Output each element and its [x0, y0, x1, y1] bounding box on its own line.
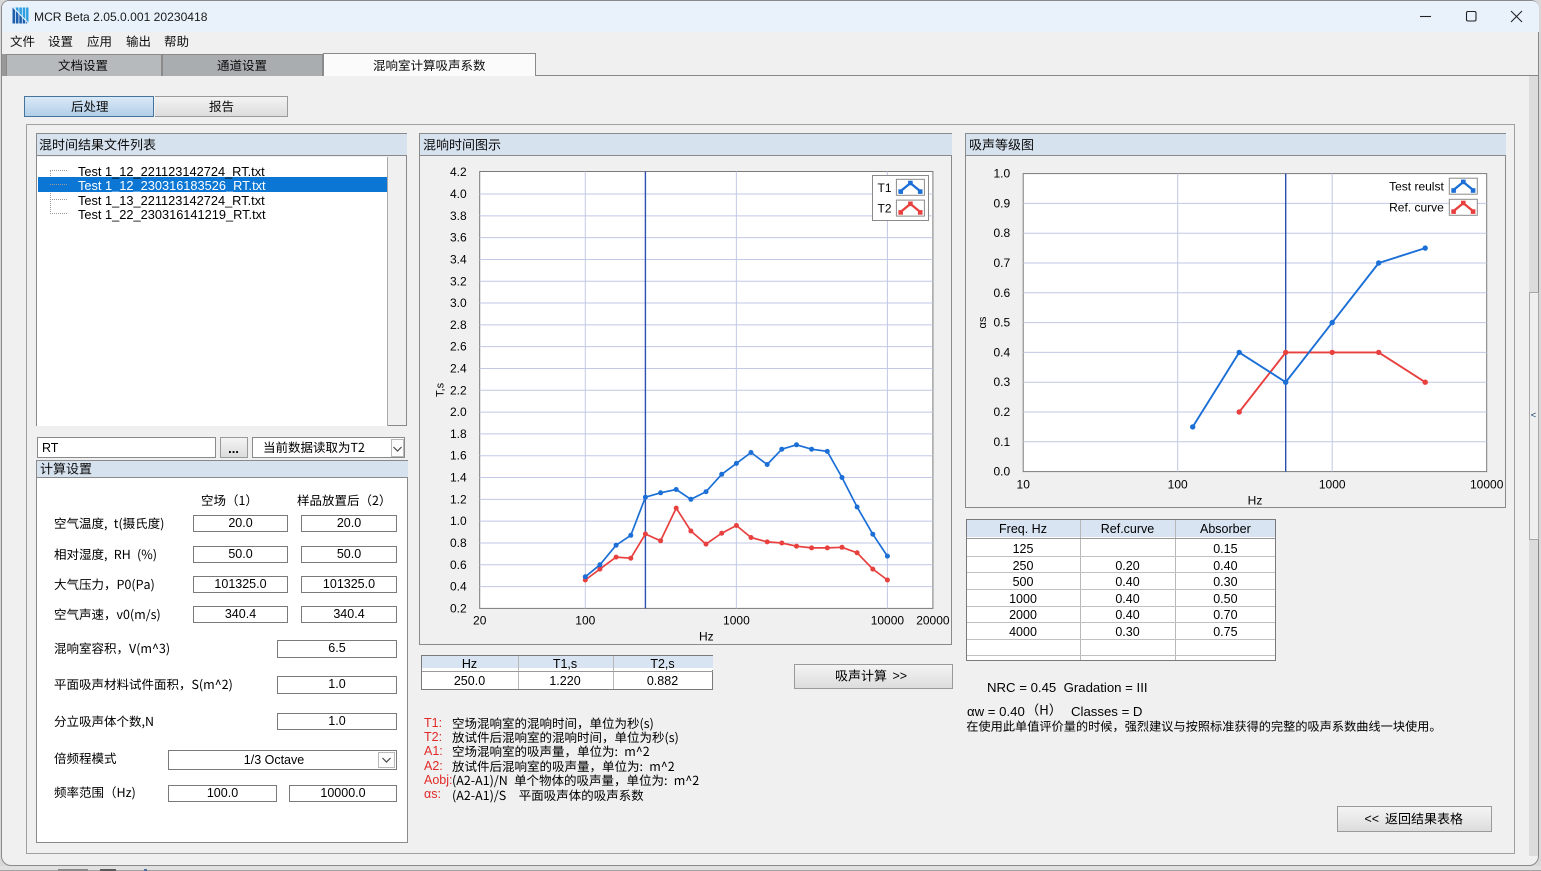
svg-text:0.3: 0.3	[994, 375, 1011, 389]
svg-text:2.0: 2.0	[450, 405, 467, 419]
svg-text:1000: 1000	[1319, 478, 1346, 492]
svg-text:100: 100	[1168, 478, 1188, 492]
svg-text:0.8: 0.8	[450, 536, 467, 550]
svg-text:1000: 1000	[723, 613, 750, 627]
svg-text:0.1: 0.1	[994, 435, 1011, 449]
svg-text:2.8: 2.8	[450, 318, 467, 332]
svg-text:1.4: 1.4	[450, 471, 467, 485]
svg-text:Hz: Hz	[1248, 494, 1263, 508]
svg-text:1.8: 1.8	[450, 427, 467, 441]
svg-text:3.6: 3.6	[450, 231, 467, 245]
svg-text:4.0: 4.0	[450, 187, 467, 201]
svg-text:1.6: 1.6	[450, 449, 467, 463]
svg-text:T,s: T,s	[435, 382, 447, 397]
svg-text:20: 20	[473, 613, 487, 627]
svg-text:Hz: Hz	[699, 629, 714, 643]
svg-text:2.2: 2.2	[450, 383, 467, 397]
svg-text:10000: 10000	[871, 613, 905, 627]
svg-text:0.0: 0.0	[994, 465, 1011, 479]
svg-text:0.4: 0.4	[450, 580, 467, 594]
svg-text:T1: T1	[878, 181, 892, 195]
svg-text:0.6: 0.6	[450, 558, 467, 572]
svg-text:0.5: 0.5	[994, 316, 1011, 330]
svg-text:0.4: 0.4	[994, 345, 1011, 359]
svg-text:0.2: 0.2	[450, 601, 467, 615]
svg-text:3.0: 3.0	[450, 296, 467, 310]
svg-text:100: 100	[575, 613, 595, 627]
svg-text:3.4: 3.4	[450, 252, 467, 266]
svg-text:0.2: 0.2	[994, 405, 1011, 419]
svg-text:1.0: 1.0	[450, 514, 467, 528]
svg-text:2.6: 2.6	[450, 340, 467, 354]
svg-text:10000: 10000	[1470, 478, 1504, 492]
svg-text:20000: 20000	[916, 613, 950, 627]
svg-text:2.4: 2.4	[450, 361, 467, 375]
svg-text:0.6: 0.6	[994, 286, 1011, 300]
svg-text:0.7: 0.7	[994, 256, 1011, 270]
svg-text:0.9: 0.9	[994, 196, 1011, 210]
svg-text:1.2: 1.2	[450, 492, 467, 506]
svg-text:αs: αs	[977, 316, 989, 328]
svg-text:1.0: 1.0	[994, 167, 1011, 181]
svg-text:0.8: 0.8	[994, 226, 1011, 240]
svg-text:3.8: 3.8	[450, 209, 467, 223]
svg-text:T2: T2	[878, 202, 892, 216]
svg-text:Ref. curve: Ref. curve	[1389, 201, 1444, 215]
svg-text:3.2: 3.2	[450, 274, 467, 288]
svg-text:Test reulst: Test reulst	[1389, 180, 1444, 194]
svg-text:10: 10	[1017, 478, 1031, 492]
svg-text:4.2: 4.2	[450, 165, 467, 179]
